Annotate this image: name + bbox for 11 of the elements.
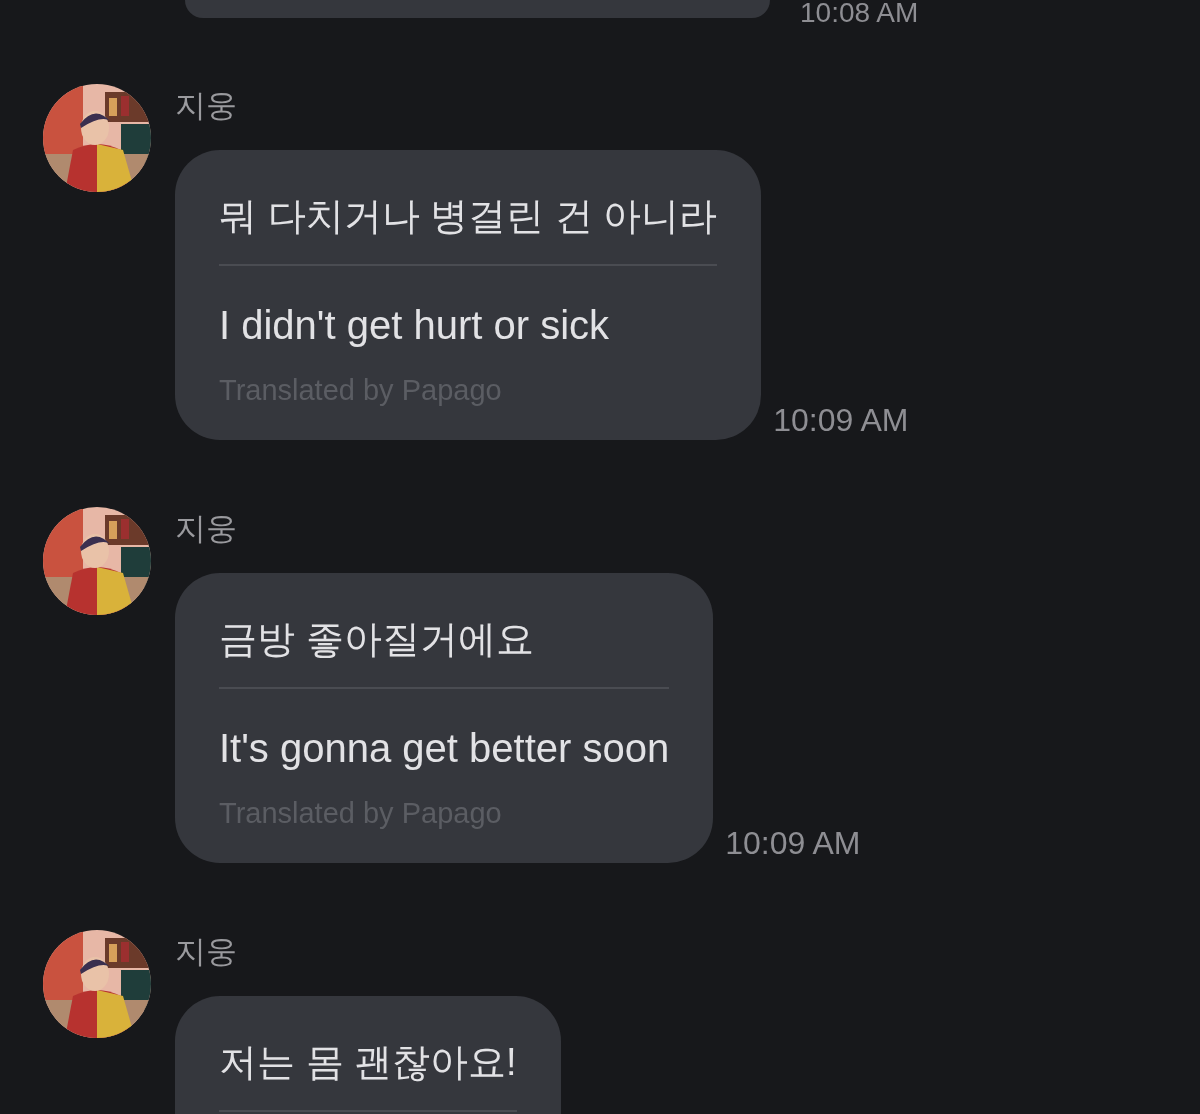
timestamp: 10:08 AM [800, 0, 919, 26]
sender-name: 지웅 [175, 934, 237, 970]
original-text: 뭐 다치거나 병걸린 건 아니라 [219, 194, 718, 238]
sender-name: 지웅 [175, 88, 237, 124]
timestamp: 10:09 AM [725, 825, 861, 861]
original-text: 금방 좋아질거에요 [219, 617, 535, 661]
original-text: 저는 몸 괜찮아요! [219, 1040, 517, 1084]
sender-name: 지웅 [175, 511, 237, 547]
translated-text: I didn't get hurt or sick [219, 302, 611, 349]
timestamp: 10:09 AM [773, 402, 909, 438]
translated-text: It's gonna get better soon [219, 725, 670, 772]
